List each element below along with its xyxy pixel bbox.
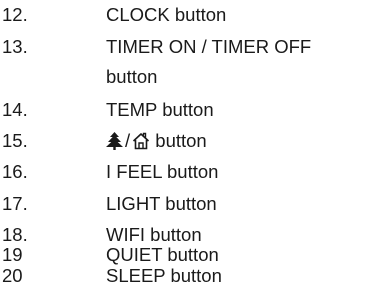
item-text: TIMER ON / TIMER OFF: [106, 36, 312, 57]
icon-separator: /: [125, 130, 131, 151]
house-icon: [132, 129, 150, 159]
item-number: 14.: [2, 99, 28, 120]
item-text-continuation: button: [106, 66, 158, 87]
item-text: LIGHT button: [106, 193, 217, 214]
item-number: 16.: [2, 161, 28, 182]
item-number: 20: [2, 265, 23, 286]
item-text: button: [155, 130, 207, 151]
item-number: 13.: [2, 36, 28, 57]
item-text-with-icons: / button: [106, 126, 207, 159]
item-number: 12.: [2, 4, 28, 25]
item-text: CLOCK button: [106, 4, 227, 25]
list-item: 13. TIMER ON / TIMER OFF: [0, 32, 368, 62]
list-item: 14. TEMP button: [0, 95, 368, 125]
item-text: I FEEL button: [106, 161, 219, 182]
tree-icon: [106, 129, 123, 159]
item-number: 17.: [2, 193, 28, 214]
item-text: TEMP button: [106, 99, 214, 120]
item-number: 15.: [2, 130, 28, 151]
list-item: 20 SLEEP button: [0, 261, 368, 291]
list-item: 16. I FEEL button: [0, 157, 368, 187]
list-item-continuation: button: [0, 62, 368, 92]
item-text: SLEEP button: [106, 265, 222, 286]
list-item: 17. LIGHT button: [0, 189, 368, 219]
list-item: 15. / button: [0, 126, 368, 156]
list-item: 12. CLOCK button: [0, 0, 368, 30]
